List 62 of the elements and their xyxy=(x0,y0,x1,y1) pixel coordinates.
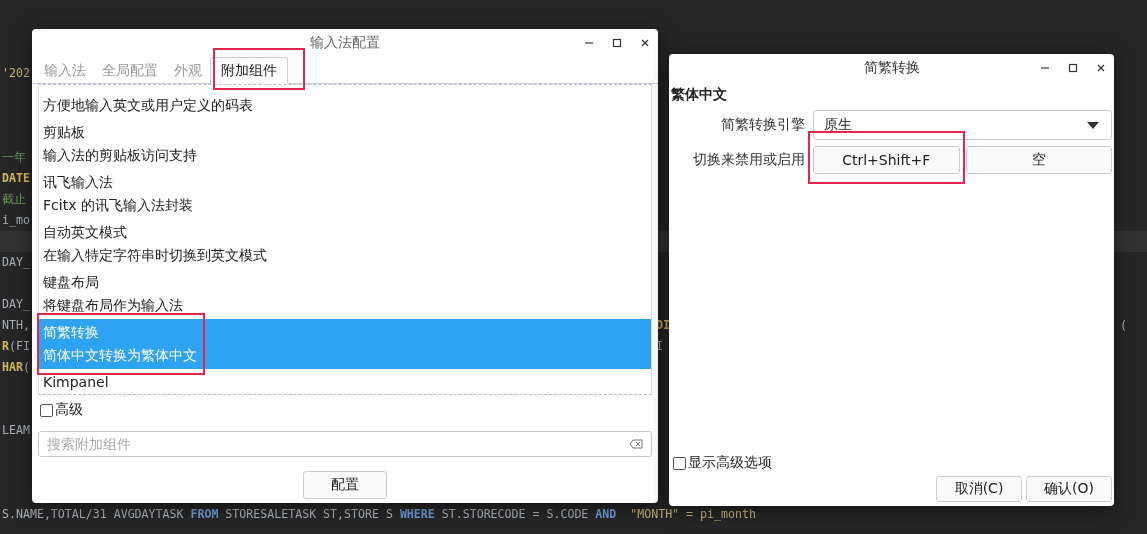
addon-name: 剪贴板 xyxy=(43,123,86,142)
tab[interactable]: 附加组件 xyxy=(210,57,288,84)
clear-icon[interactable] xyxy=(629,439,643,449)
addon-item[interactable]: 键盘布局 将键盘布局作为输入法 xyxy=(39,269,651,319)
checkbox-label: 高级 xyxy=(55,401,83,419)
code-text: 一年 xyxy=(2,150,26,164)
addon-description: 在输入特定字符串时切换到英文模式 xyxy=(43,246,268,265)
field-label: 切换来禁用或启用 xyxy=(692,151,806,169)
code-text: FROM xyxy=(190,507,219,521)
addon-item[interactable]: 自动英文模式 在输入特定字符串时切换到英文模式 xyxy=(39,219,651,269)
code-text: LEAM xyxy=(2,423,30,437)
code-text: '202 xyxy=(2,66,30,80)
addon-name: 简繁转换 xyxy=(43,323,100,342)
code-text: DATE xyxy=(2,171,30,185)
code-text: ( xyxy=(22,360,30,374)
shortcut-button[interactable]: 空 xyxy=(965,146,1112,174)
configure-button[interactable]: 配置 xyxy=(303,471,387,499)
code-text: (FI xyxy=(9,339,30,353)
addon-item[interactable]: 方便地输入英文或用户定义的码表 xyxy=(39,85,651,119)
section-heading: 繁体中文 xyxy=(670,85,728,104)
code-text: ( xyxy=(1120,317,1127,334)
code-text: AND xyxy=(595,507,617,521)
dialog-button[interactable]: 取消(C) xyxy=(936,476,1022,502)
addon-description: 输入法的剪贴板访问支持 xyxy=(43,146,198,165)
addon-description: Fcitx 的讯飞输入法封装 xyxy=(43,196,194,215)
addon-name: 键盘布局 xyxy=(43,273,100,292)
maximize-icon[interactable] xyxy=(612,38,622,48)
code-text: DAY_ xyxy=(2,255,30,269)
addon-description: 将键盘布局作为输入法 xyxy=(43,296,184,315)
addon-name: Kimpanel xyxy=(43,373,110,392)
shortcut-button[interactable]: Ctrl+Shift+F xyxy=(813,146,960,174)
code-text: DAY_ xyxy=(2,297,30,311)
code-text: i_mo xyxy=(2,213,30,227)
close-icon[interactable] xyxy=(640,38,650,48)
checkbox[interactable] xyxy=(673,456,686,470)
code-text: S.NAME,TOTAL/31 AVGDAYTASK xyxy=(2,507,185,521)
code-text: STORESALETASK ST,STORE S xyxy=(224,507,394,521)
checkbox[interactable] xyxy=(40,403,53,417)
code-text: WHERE xyxy=(399,507,435,521)
code-text: 截止 xyxy=(2,192,26,206)
dialog-button[interactable]: 确认(O) xyxy=(1026,476,1112,502)
window-title: 输入法配置 xyxy=(310,34,380,52)
code-text: "MONTH" = pi_month xyxy=(629,507,756,521)
addon-description: 方便地输入英文或用户定义的码表 xyxy=(43,96,254,115)
addon-name: 讯飞输入法 xyxy=(43,173,114,192)
search-field[interactable]: 搜索附加组件 xyxy=(38,431,652,457)
engine-dropdown[interactable]: 原生 xyxy=(813,110,1112,140)
addon-item[interactable]: 讯飞输入法 Fcitx 的讯飞输入法封装 xyxy=(39,169,651,219)
addon-name: 自动英文模式 xyxy=(43,223,128,242)
code-text: NTH, xyxy=(2,318,30,332)
code-text: HAR xyxy=(2,360,23,374)
checkbox-label: 显示高级选项 xyxy=(688,454,772,472)
close-icon[interactable] xyxy=(1096,63,1106,73)
window-title: 简繁转换 xyxy=(863,59,920,77)
maximize-icon[interactable] xyxy=(1068,63,1078,73)
addon-item[interactable]: 剪贴板 输入法的剪贴板访问支持 xyxy=(39,119,651,169)
field-label: 简繁转换引擎 xyxy=(720,116,806,134)
code-text: ST.STORECODE = S.CODE xyxy=(440,507,590,521)
code-text: R xyxy=(2,339,9,353)
caret-icon xyxy=(1087,121,1099,129)
addon-item[interactable]: Kimpanel xyxy=(39,369,651,394)
addon-description: 简体中文转换为繁体中文 xyxy=(43,346,198,365)
